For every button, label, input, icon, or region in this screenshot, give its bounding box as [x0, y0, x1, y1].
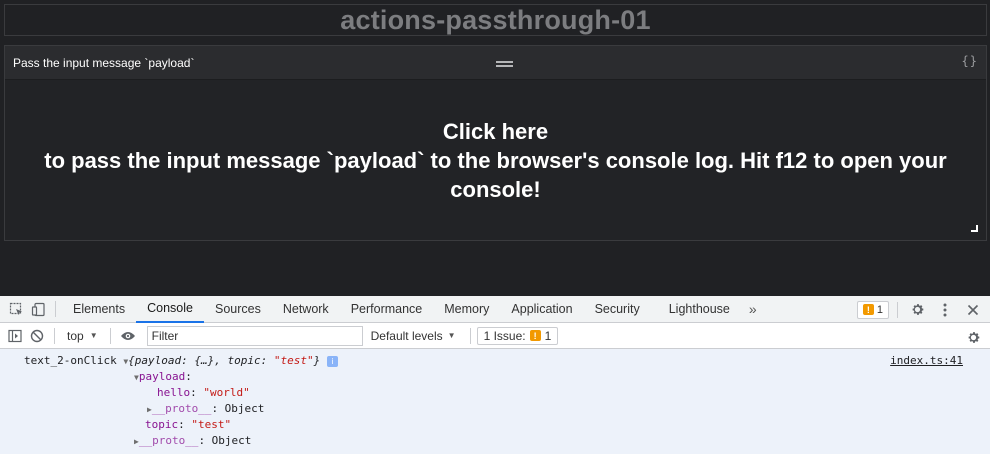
more-tabs-button[interactable]: » [741, 301, 765, 317]
settings-gear-icon[interactable] [906, 299, 928, 321]
tab-elements[interactable]: Elements [62, 296, 136, 323]
devtools-right-controls: ! 1 [856, 296, 984, 323]
tab-separator [55, 301, 56, 317]
log-levels-value: Default levels [370, 328, 443, 343]
proto-row[interactable]: ▶__proto__: Object [147, 401, 264, 418]
devtools: Elements Console Sources Network Perform… [0, 296, 990, 454]
dashboard-title: actions-passthrough-01 [340, 4, 651, 35]
topic-value: "test" [191, 418, 232, 431]
inspect-element-icon[interactable] [5, 298, 27, 320]
chevron-down-icon: ▼ [447, 331, 456, 340]
panel-body: Click here to pass the input message `pa… [5, 80, 986, 240]
sidebar-toggle-icon[interactable] [4, 325, 26, 347]
hello-row: hello: "world" [157, 386, 250, 399]
dashboard-title-bar: actions-passthrough-01 [4, 4, 987, 36]
console-settings-gear-icon[interactable] [962, 326, 984, 348]
issues-counter-button[interactable]: ! 1 [856, 300, 889, 319]
panel: Pass the input message `payload` {} Clic… [4, 45, 987, 241]
info-icon[interactable]: i [326, 355, 338, 367]
tab-console[interactable]: Console [136, 296, 204, 323]
issue-toolbar-count: 1 [544, 328, 552, 343]
log-label: text_2-onClick [24, 354, 117, 367]
topic-row: topic: "test" [145, 418, 232, 431]
drag-handle-icon[interactable] [496, 61, 513, 67]
console-output: index.ts:41 text_2-onClick ▼{payload: {…… [0, 349, 990, 454]
click-here-button[interactable]: Click here to pass the input message `pa… [19, 117, 972, 204]
topic-key: topic [145, 418, 179, 431]
right-separator [897, 301, 898, 318]
proto-value: : Object [198, 434, 252, 447]
tab-application[interactable]: Application [500, 296, 583, 323]
proto-key: __proto__ [151, 402, 212, 415]
payload-row[interactable]: ▼payload: [134, 369, 192, 386]
kebab-menu-icon[interactable] [934, 299, 956, 321]
click-here-line1: Click here [442, 118, 549, 144]
toolbar-separator [469, 327, 471, 344]
hello-value: "world" [203, 386, 250, 399]
tab-network[interactable]: Network [272, 296, 340, 323]
close-icon[interactable] [962, 299, 984, 321]
click-here-line2: to pass the input message `payload` to t… [44, 147, 947, 202]
issues-count: 1 [876, 303, 883, 316]
tab-security[interactable]: Security [584, 296, 651, 323]
log-levels-dropdown[interactable]: Default levels ▼ [363, 329, 464, 343]
object-preview: {payload: {…}, topic: "test"} [128, 354, 321, 367]
context-value: top [67, 328, 84, 343]
panel-header[interactable]: Pass the input message `payload` {} [5, 46, 986, 80]
braces-icon[interactable]: {} [962, 54, 978, 68]
payload-key: payload [138, 370, 186, 383]
panel-title: Pass the input message `payload` [13, 55, 195, 70]
console-log-entry[interactable]: text_2-onClick ▼{payload: {…}, topic: "t… [24, 353, 338, 370]
device-toolbar-icon[interactable] [27, 298, 49, 320]
proto-key: __proto__ [138, 434, 199, 447]
filter-input[interactable] [146, 325, 363, 346]
devtools-tab-bar: Elements Console Sources Network Perform… [0, 296, 990, 323]
warning-icon: ! [862, 304, 874, 315]
issue-label: 1 Issue: [483, 328, 526, 343]
warning-icon: ! [529, 330, 541, 341]
proto-value: : Object [211, 402, 265, 415]
context-select[interactable]: top ▼ [61, 329, 104, 343]
clear-console-icon[interactable] [26, 325, 48, 347]
chevron-down-icon: ▼ [89, 331, 98, 340]
console-toolbar: top ▼ Default levels ▼ 1 Issue: ! 1 [0, 323, 990, 349]
source-link[interactable]: index.ts:41 [890, 353, 963, 369]
tab-lighthouse[interactable]: Lighthouse [651, 296, 741, 323]
proto-row-2[interactable]: ▶__proto__: Object [134, 433, 251, 450]
issues-toolbar-button[interactable]: 1 Issue: ! 1 [476, 326, 559, 345]
hello-key: hello [157, 386, 191, 399]
resize-handle-icon[interactable] [971, 225, 978, 232]
live-expression-eye-icon[interactable] [117, 325, 139, 347]
tab-sources[interactable]: Sources [204, 296, 272, 323]
tab-performance[interactable]: Performance [340, 296, 434, 323]
tab-memory[interactable]: Memory [433, 296, 500, 323]
toolbar-separator [109, 327, 111, 344]
toolbar-separator [54, 327, 55, 344]
